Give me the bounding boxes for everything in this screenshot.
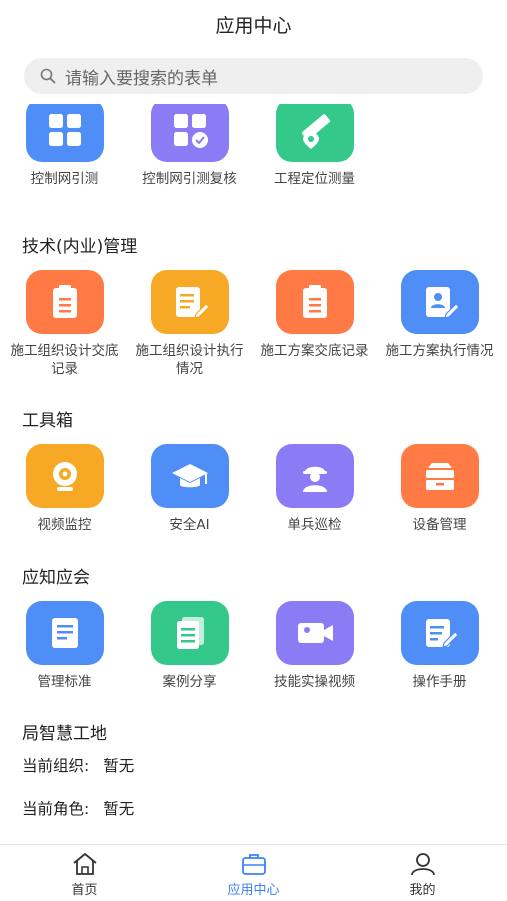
tile (25, 270, 104, 334)
app-label: 控制网引测 (30, 171, 99, 187)
tab-label: 首页 (71, 883, 98, 898)
app-engineering-positioning[interactable]: 工程定位测量 (252, 104, 377, 188)
app-list[interactable]: 控制网引测 控制网引测复核 工程定位测量 技术(内业)管理 施工组织设计交底记录… (0, 104, 507, 844)
app-label: 控制网引测复核 (142, 171, 237, 187)
current-org-row: 当前组织: 暂无 (22, 754, 134, 776)
app-control-network-survey[interactable]: 控制网引测 (2, 104, 127, 188)
tile (275, 601, 354, 665)
app-label: 施工方案执行情况 (385, 343, 494, 359)
survey-grid: 控制网引测 控制网引测复核 工程定位测量 (0, 104, 507, 188)
app-label: 施工组织设计执行情况 (135, 343, 244, 377)
tile (400, 444, 479, 508)
worker-helmet-icon (302, 466, 327, 492)
tech-grid: 施工组织设计交底记录 施工组织设计执行情况 施工方案交底记录 施工方案执行情况 (0, 270, 507, 378)
app-org-design-execution[interactable]: 施工组织设计执行情况 (127, 270, 252, 378)
section-title-tech: 技术(内业)管理 (22, 237, 138, 257)
app-safety-ai[interactable]: 安全AI (127, 444, 252, 534)
tile (25, 104, 104, 162)
home-icon (72, 853, 97, 875)
tab-app-center[interactable]: 应用中心 (169, 845, 338, 901)
bottom-tab-bar: 首页 应用中心 我的 (0, 844, 507, 901)
tile (150, 270, 229, 334)
standard-document-icon (51, 618, 78, 648)
manual-edit-icon (425, 619, 459, 648)
tile (275, 104, 354, 162)
app-label: 单兵巡检 (287, 517, 342, 533)
app-label: 工程定位测量 (274, 171, 355, 187)
tile (25, 444, 104, 508)
page-title: 应用中心 (215, 15, 292, 37)
app-label: 施工组织设计交底记录 (10, 343, 119, 377)
app-skill-videos[interactable]: 技能实操视频 (252, 601, 377, 691)
app-label: 操作手册 (412, 674, 467, 690)
grid-check-icon (173, 114, 208, 148)
app-equipment-management[interactable]: 设备管理 (377, 444, 502, 534)
tile (150, 104, 229, 162)
app-label: 视频监控 (37, 517, 92, 533)
app-control-network-review[interactable]: 控制网引测复核 (127, 104, 252, 188)
grid-icon (48, 114, 81, 146)
app-label: 施工方案交底记录 (260, 343, 369, 359)
search-icon (40, 68, 56, 84)
tab-label: 应用中心 (227, 883, 280, 898)
camera-icon (52, 462, 77, 491)
tab-mine[interactable]: 我的 (338, 845, 507, 901)
toolbox-grid: 视频监控 安全AI 单兵巡检 设备管理 (0, 444, 507, 534)
search-placeholder: 请输入要搜索的表单 (65, 68, 218, 89)
tile (275, 444, 354, 508)
tile (400, 601, 479, 665)
knowledge-grid: 管理标准 案例分享 技能实操视频 操作手册 (0, 601, 507, 691)
tile (150, 601, 229, 665)
app-label: 管理标准 (37, 674, 92, 690)
current-org-value: 暂无 (103, 757, 135, 775)
app-plan-execution[interactable]: 施工方案执行情况 (377, 270, 502, 378)
app-label: 技能实操视频 (274, 674, 355, 690)
search-bar[interactable]: 请输入要搜索的表单 (24, 58, 483, 94)
app-case-sharing[interactable]: 案例分享 (127, 601, 252, 691)
tile (400, 270, 479, 334)
tile (25, 601, 104, 665)
ruler-location-icon (301, 114, 330, 149)
briefcase-icon (241, 854, 266, 875)
person-document-icon (425, 287, 460, 319)
video-camera-icon (297, 623, 333, 643)
app-video-monitor[interactable]: 视频监控 (2, 444, 127, 534)
tab-label: 我的 (409, 883, 436, 898)
current-role-value: 暂无 (103, 800, 135, 818)
current-org-label: 当前组织: (22, 757, 90, 775)
archive-box-icon (425, 463, 454, 490)
section-title-toolbox: 工具箱 (22, 411, 73, 431)
app-org-design-briefing[interactable]: 施工组织设计交底记录 (2, 270, 127, 378)
app-label: 案例分享 (162, 674, 217, 690)
app-patrol-inspection[interactable]: 单兵巡检 (252, 444, 377, 534)
current-role-row: 当前角色: 暂无 (22, 797, 134, 819)
clipboard-icon (302, 285, 327, 318)
tile (275, 270, 354, 334)
user-icon (410, 853, 435, 876)
tile (150, 444, 229, 508)
app-label: 设备管理 (412, 517, 467, 533)
graduation-cap-icon (171, 464, 208, 488)
app-label: 安全AI (169, 517, 210, 533)
document-edit-icon (175, 287, 210, 319)
app-plan-briefing[interactable]: 施工方案交底记录 (252, 270, 377, 378)
clipboard-icon (52, 285, 77, 318)
tab-home[interactable]: 首页 (0, 845, 169, 901)
app-operation-manual[interactable]: 操作手册 (377, 601, 502, 691)
section-title-knowledge: 应知应会 (22, 568, 90, 588)
current-role-label: 当前角色: (22, 800, 90, 818)
stacked-documents-icon (176, 617, 204, 649)
app-management-standards[interactable]: 管理标准 (2, 601, 127, 691)
section-title-site: 局智慧工地 (22, 724, 107, 744)
